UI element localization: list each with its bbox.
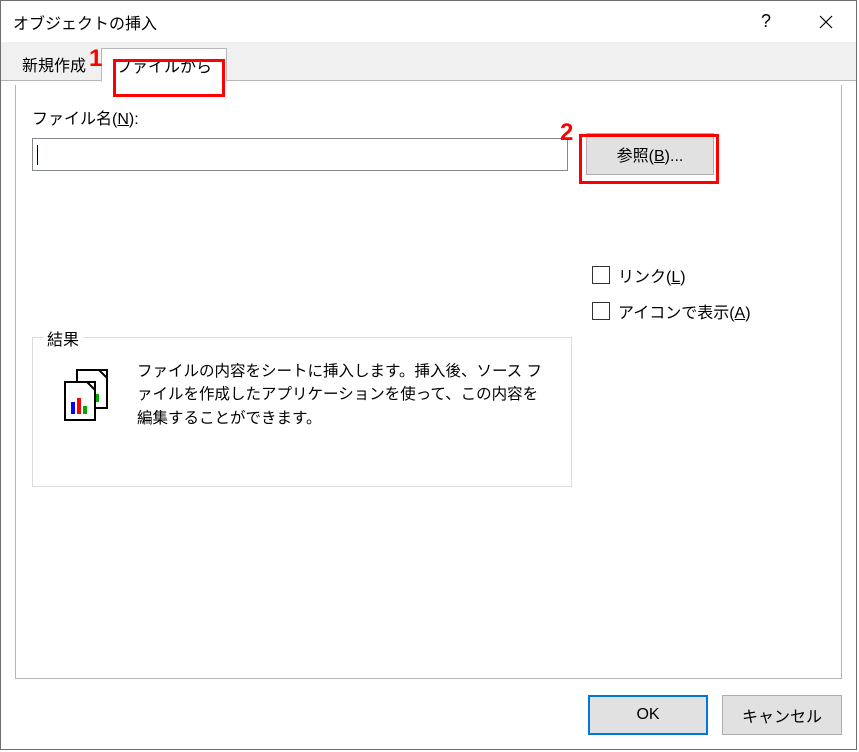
tab-new[interactable]: 新規作成 [7,47,101,81]
cancel-button-label: キャンセル [742,703,822,727]
checkbox-group: リンク(L) アイコンで表示(A) [592,263,751,323]
tabstrip: 新規作成 ファイルから [1,42,856,82]
browse-button[interactable]: 参照(B)... [586,133,714,175]
icon-checkbox-label: アイコンで表示(A) [618,299,751,323]
tab-new-label: 新規作成 [22,52,86,76]
help-icon: ? [761,11,771,32]
close-button[interactable] [796,1,856,42]
help-button[interactable]: ? [736,1,796,42]
tab-from-file-label: ファイルから [116,53,212,77]
link-checkbox-label: リンク(L) [618,263,686,287]
window-title: オブジェクトの挿入 [13,10,157,34]
filename-label: ファイル名(N): [32,105,825,129]
tab-from-file[interactable]: ファイルから [101,48,227,82]
annotation-2: 2 [560,119,573,147]
dialog-content: ファイル名(N): 参照(B)... リンク(L) アイコンで表示(A) 結果 [15,85,842,679]
link-checkbox-row[interactable]: リンク(L) [592,263,751,287]
close-icon [819,15,833,29]
embed-documents-icon [59,366,115,422]
icon-checkbox-row[interactable]: アイコンで表示(A) [592,299,751,323]
result-legend: 結果 [43,326,83,350]
text-caret [37,145,38,165]
titlebar: オブジェクトの挿入 ? [1,1,856,42]
link-checkbox[interactable] [592,266,610,284]
annotation-1: 1 [89,45,102,73]
cancel-button[interactable]: キャンセル [722,695,842,735]
ok-button[interactable]: OK [588,695,708,735]
dialog-footer: OK キャンセル [588,695,842,735]
result-body: ファイルの内容をシートに挿入します。挿入後、ソース ファイルを作成したアプリケー… [33,338,571,444]
icon-checkbox[interactable] [592,302,610,320]
filename-input[interactable] [32,138,568,171]
filename-row: 参照(B)... [32,133,825,175]
browse-button-label: 参照(B)... [617,142,684,166]
ok-button-label: OK [636,706,659,724]
result-text: ファイルの内容をシートに挿入します。挿入後、ソース ファイルを作成したアプリケー… [137,360,557,430]
insert-object-dialog: オブジェクトの挿入 ? 新規作成 ファイルから ファイル名(N): [0,0,857,750]
result-group: 結果 [32,337,572,487]
